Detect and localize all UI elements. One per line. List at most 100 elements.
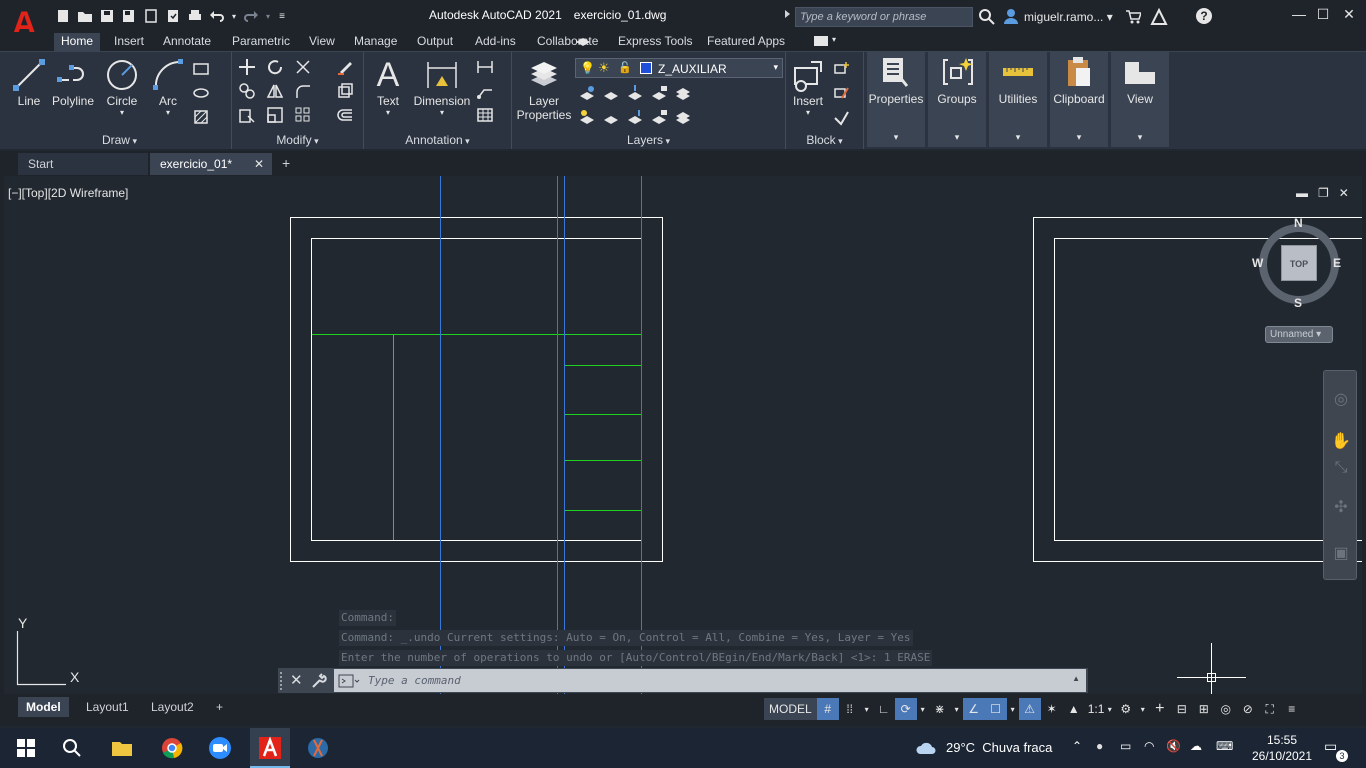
hatch-icon[interactable] [192, 108, 210, 126]
cart-icon[interactable] [1125, 9, 1141, 25]
isolate-objects-icon[interactable]: ◎ [1215, 698, 1237, 720]
snap-mode-icon[interactable]: ⁞⁞ [839, 698, 861, 720]
tab-insert[interactable]: Insert [107, 33, 151, 51]
viewcube[interactable]: TOP N S E W [1252, 216, 1343, 310]
grid-display-icon[interactable]: # [816, 698, 839, 720]
user-icon[interactable] [1003, 8, 1019, 24]
layer-walk-icon[interactable] [626, 108, 644, 126]
move-icon[interactable] [238, 58, 256, 76]
utilities-panel[interactable]: Utilities ▾ [989, 52, 1047, 147]
redo-icon[interactable] [242, 7, 260, 25]
object-snap-tracking-icon[interactable]: ∠ [962, 698, 985, 720]
layer-off-icon[interactable] [602, 108, 620, 126]
edit-block-icon[interactable] [832, 84, 850, 102]
circle-dropdown-icon[interactable]: ▾ [102, 108, 142, 117]
layer-match-icon[interactable] [578, 84, 596, 102]
compass-west[interactable]: W [1252, 256, 1263, 270]
weather-cloud-icon[interactable] [915, 740, 937, 756]
layer-tool-icon[interactable] [574, 30, 592, 48]
steering-wheel-icon[interactable]: ◎ [1330, 389, 1352, 411]
tray-network-icon[interactable]: ▭ [1120, 739, 1131, 753]
new-file-icon[interactable] [54, 7, 72, 25]
layer-isolate-icon[interactable] [626, 84, 644, 102]
layer-unisolate-icon[interactable] [674, 84, 692, 102]
scale-icon[interactable] [266, 106, 284, 124]
properties-panel[interactable]: Properties ▾ [867, 52, 925, 147]
rotate-icon[interactable] [266, 58, 284, 76]
annotation-panel-title[interactable]: Annotation [364, 133, 511, 147]
ribbon-minimize-icon[interactable] [814, 36, 828, 46]
tab-featured-apps[interactable]: Featured Apps [700, 33, 792, 51]
tab-parametric[interactable]: Parametric [225, 33, 297, 51]
workspace-dropdown-icon[interactable]: ▾ [1137, 698, 1149, 720]
command-input[interactable]: Type a command ▲ [334, 669, 1086, 692]
modify-panel-title[interactable]: Modify [232, 133, 363, 147]
tab-home[interactable]: Home [54, 33, 101, 51]
clean-screen-icon[interactable]: ⛶ [1259, 698, 1281, 720]
command-history-expand-icon[interactable]: ▲ [1072, 674, 1080, 683]
insert-dropdown-icon[interactable]: ▾ [788, 108, 828, 117]
help-icon[interactable]: ? [1196, 8, 1212, 24]
onedrive-icon[interactable]: ☁ [1190, 739, 1202, 753]
ellipse-icon[interactable] [192, 84, 210, 102]
snap-dropdown-icon[interactable]: ▾ [861, 698, 873, 720]
linear-dimension-icon[interactable] [476, 58, 494, 76]
array-icon[interactable] [294, 106, 312, 124]
open-folder-icon[interactable] [76, 7, 94, 25]
save-icon[interactable] [98, 7, 116, 25]
edit-attributes-icon[interactable] [832, 108, 850, 126]
leader-icon[interactable] [476, 82, 494, 100]
annotation-visibility-icon[interactable]: ⚠ [1018, 698, 1041, 720]
auto-scale-icon[interactable]: ✶ [1041, 698, 1063, 720]
viewport-controls-label[interactable]: [−][Top][2D Wireframe] [8, 186, 128, 200]
chrome-icon[interactable] [160, 736, 184, 760]
taskbar-search-icon[interactable] [60, 736, 84, 760]
tab-view[interactable]: View [302, 33, 342, 51]
undo-dropdown-icon[interactable]: ▾ [230, 7, 238, 25]
annotation-monitor-icon[interactable]: + [1149, 698, 1171, 720]
explode-icon[interactable] [336, 82, 354, 100]
ribbon-options-dropdown-icon[interactable]: ▾ [832, 35, 836, 44]
insert-button[interactable]: Insert ▾ [788, 58, 828, 117]
fillet-icon[interactable] [294, 82, 312, 100]
layer-dropdown[interactable]: 💡 ☀ 🔓 Z_AUXILIAR ▾ [575, 58, 783, 78]
wcs-menu-button[interactable]: Unnamed ▾ [1265, 326, 1333, 343]
dimension-button[interactable]: Dimension ▾ [412, 58, 472, 117]
tab-start[interactable]: Start [18, 153, 148, 175]
volume-muted-icon[interactable]: 🔇 [1166, 739, 1181, 753]
compass-south[interactable]: S [1294, 296, 1302, 310]
dimension-dropdown-icon[interactable]: ▾ [412, 108, 472, 117]
compass-north[interactable]: N [1294, 216, 1303, 230]
new-tab-icon[interactable]: + [282, 155, 290, 171]
customize-qat-icon[interactable]: ≡ [276, 7, 288, 25]
tab-layout1[interactable]: Layout1 [78, 697, 137, 717]
create-block-icon[interactable] [832, 60, 850, 78]
orbit-icon[interactable]: ✣ [1330, 497, 1352, 519]
undo-icon[interactable] [208, 7, 226, 25]
maximize-window-icon[interactable]: ☐ [1314, 6, 1332, 24]
showmotion-icon[interactable]: ▣ [1330, 543, 1352, 565]
command-line-close-icon[interactable]: ✕ [290, 671, 303, 689]
quick-properties-icon[interactable]: ⊞ [1193, 698, 1215, 720]
tab-output[interactable]: Output [410, 33, 460, 51]
object-snap-dropdown-icon[interactable]: ▾ [1007, 698, 1019, 720]
polar-tracking-icon[interactable]: ⟳ [894, 698, 917, 720]
customization-icon[interactable]: ≡ [1281, 698, 1303, 720]
autodesk-a360-icon[interactable] [1150, 8, 1168, 26]
viewcube-top-face[interactable]: TOP [1281, 245, 1317, 281]
stretch-icon[interactable] [238, 106, 256, 124]
pan-icon[interactable]: ✋ [1330, 431, 1352, 453]
open-web-icon[interactable] [142, 7, 160, 25]
circle-button[interactable]: Circle ▾ [102, 58, 142, 117]
clipboard-panel[interactable]: Clipboard ▾ [1050, 52, 1108, 147]
copy-icon[interactable] [238, 82, 256, 100]
weather-widget[interactable]: 29°C Chuva fraca [946, 740, 1052, 755]
tray-security-icon[interactable]: ● [1096, 739, 1103, 753]
redo-dropdown-icon[interactable]: ▾ [264, 7, 272, 25]
close-tab-icon[interactable]: ✕ [254, 153, 264, 175]
view-panel[interactable]: View ▾ [1111, 52, 1169, 147]
tab-drawing[interactable]: exercicio_01* ✕ [150, 153, 272, 175]
tab-express-tools[interactable]: Express Tools [611, 33, 699, 51]
workspace-gear-icon[interactable]: ⚙ [1115, 698, 1137, 720]
layers-panel-title[interactable]: Layers [512, 133, 785, 147]
